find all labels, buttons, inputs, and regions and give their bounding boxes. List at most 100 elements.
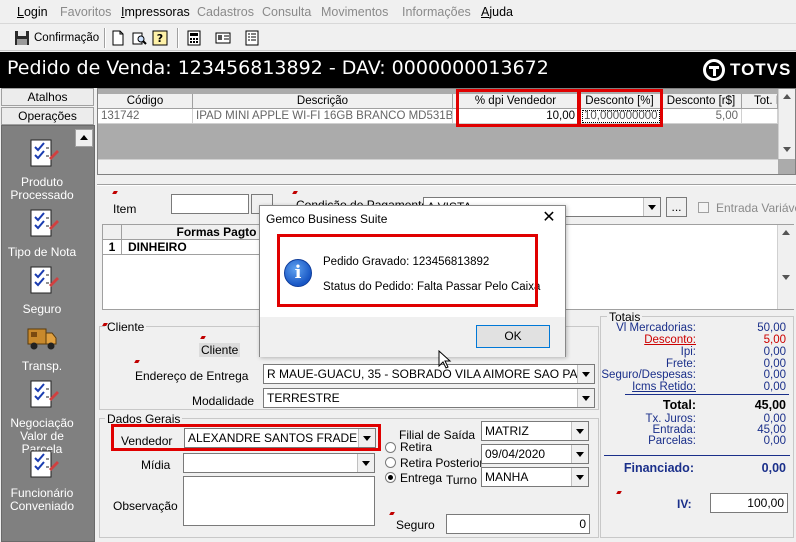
sidebar-item-negociacao-valor-de-parcela[interactable]: Negociação Valor de Parcela [2,377,82,456]
sidebar-tab-atalhos[interactable]: Atalhos [1,88,94,106]
menu-login[interactable]: Login [17,5,48,19]
total-label: Seguro/Despesas: [601,369,696,381]
confirm-label: Confirmação [34,32,100,44]
confirm-button[interactable]: Confirmação [14,28,99,48]
cell-desconto-pct[interactable]: 10,000000000 [579,109,661,124]
totals-separator [625,394,789,395]
chevron-down-icon [577,365,594,383]
cell-desconto-rs[interactable]: 5,00 [661,109,742,124]
list-button[interactable] [244,28,260,48]
ok-button[interactable]: OK [476,325,550,348]
sidebar-item-produto-processado[interactable]: Produto Processado [2,136,82,202]
total-label: Vl Mercadorias: [616,322,696,334]
formas-scroll-up-button[interactable] [778,225,795,242]
sidebar-item-label: Tipo de Nota [7,245,77,259]
sidebar-item-seguro[interactable]: Seguro [2,263,82,316]
cliente-label[interactable]: Cliente [199,343,241,357]
toolbar-separator [177,28,179,48]
totvs-logo-icon [703,59,725,81]
retira-radio[interactable] [385,442,396,453]
grid-scroll-down-button[interactable] [779,141,796,158]
menu-consulta[interactable]: Consulta [262,5,311,19]
close-icon: ✕ [542,209,556,226]
print-preview-button[interactable] [131,28,147,48]
help-button[interactable]: ? [152,28,168,48]
sidebar-item-label: Transp. [21,359,63,373]
observacao-textarea[interactable] [183,476,375,526]
menu-impressoras[interactable]: Impressoras [121,5,190,19]
column-header-dpi-vendedor[interactable]: % dpi Vendedor [453,94,579,109]
mouse-cursor-icon [438,350,452,369]
checklist-icon [25,447,59,481]
midia-label: Mídia [141,458,171,472]
total-value: 0,00 [761,461,786,475]
cell-dpi-vendedor[interactable]: 10,00 [453,109,579,124]
menu-informacoes[interactable]: Informações [402,5,471,19]
entrada-variavel-checkbox[interactable] [698,202,709,213]
menu-bar: Login Favoritos Impressoras Cadastros Co… [0,0,796,24]
filial-saida-value: MATRIZ [485,424,529,438]
information-icon: i [284,259,312,287]
entrega-label: Entrega [400,471,443,485]
new-document-button[interactable] [110,28,126,48]
grid-scroll-up-button[interactable] [779,89,796,106]
retira-date-picker[interactable]: 09/04/2020 [481,444,589,464]
checklist-icon [25,206,59,240]
total-row-financiado: Financiado: 0,00 [604,462,790,476]
totvs-logo-text: TOTVS [730,60,792,79]
condicao-ellipsis-button[interactable]: ... [666,197,687,217]
retira-posterior-label: Retira Posterior [400,456,484,470]
midia-select[interactable] [183,453,375,473]
iv-input[interactable]: 100,00 [710,493,788,513]
checklist-icon [25,377,59,411]
formas-vertical-scrollbar[interactable] [777,225,794,309]
print-preview-icon [132,32,147,45]
cell-codigo[interactable]: 131742 [98,109,193,124]
vendedor-select[interactable]: ALEXANDRE SANTOS FRADE [184,428,376,448]
dialog-close-button[interactable]: ✕ [539,208,559,228]
toolbar: Confirmação ? [0,25,796,51]
divider [97,184,796,186]
menu-cadastros[interactable]: Cadastros [197,5,254,19]
turno-value: MANHA [485,470,529,484]
menu-ajuda[interactable]: Ajuda [481,5,513,19]
column-header-codigo[interactable]: Código [98,94,193,109]
delivery-truck-icon [25,320,59,354]
turno-select[interactable]: MANHA [481,467,589,487]
row-header-corner [103,225,122,240]
calculator-button[interactable] [186,28,202,48]
sidebar-item-funcionario-conveniado[interactable]: Funcionário Conveniado [2,447,82,513]
grid-vertical-scrollbar[interactable] [778,89,795,159]
total-value: 50,00 [757,322,786,334]
help-icon: ? [152,30,168,46]
items-grid: Código Descrição % dpi Vendedor Desconto… [97,88,796,175]
total-label: Icms Retido: [632,381,696,393]
menu-favoritos[interactable]: Favoritos [60,5,111,19]
column-header-desconto-pct[interactable]: Desconto [%] [579,94,661,109]
id-card-button[interactable] [215,28,231,48]
cell-total[interactable] [742,109,778,124]
total-label: Financiado: [623,461,694,475]
entrega-radio[interactable] [385,472,396,483]
menu-movimentos[interactable]: Movimentos [321,5,388,19]
total-value: 0,00 [763,369,786,381]
vendedor-label: Vendedor [121,434,173,448]
retira-posterior-radio[interactable] [385,457,396,468]
column-header-descricao[interactable]: Descrição [193,94,453,109]
filial-saida-select[interactable]: MATRIZ [481,421,589,441]
column-header-total[interactable]: Tot. I [742,94,778,109]
modalidade-select[interactable]: TERRESTRE [263,388,595,408]
seguro-input[interactable]: 0 [446,514,590,534]
required-marker [292,191,298,194]
dialog-title: Gemco Business Suite [266,212,388,226]
checklist-icon [25,263,59,297]
endereco-entrega-select[interactable]: R MAUE-GUACU, 35 - SOBRADO VILA AIMORE S… [263,364,595,384]
column-header-desconto-rs[interactable]: Desconto [r$] [661,94,742,109]
sidebar-item-tipo-de-nota[interactable]: Tipo de Nota [2,206,82,259]
sidebar-tab-operacoes[interactable]: Operações [1,107,94,125]
item-input[interactable] [171,194,249,214]
grid-horizontal-scrollbar[interactable] [98,159,778,174]
formas-scroll-down-button[interactable] [778,269,795,286]
cell-descricao[interactable]: IPAD MINI APPLE WI-FI 16GB BRANCO MD531B… [193,109,453,124]
sidebar-item-transp[interactable]: Transp. [2,320,82,373]
